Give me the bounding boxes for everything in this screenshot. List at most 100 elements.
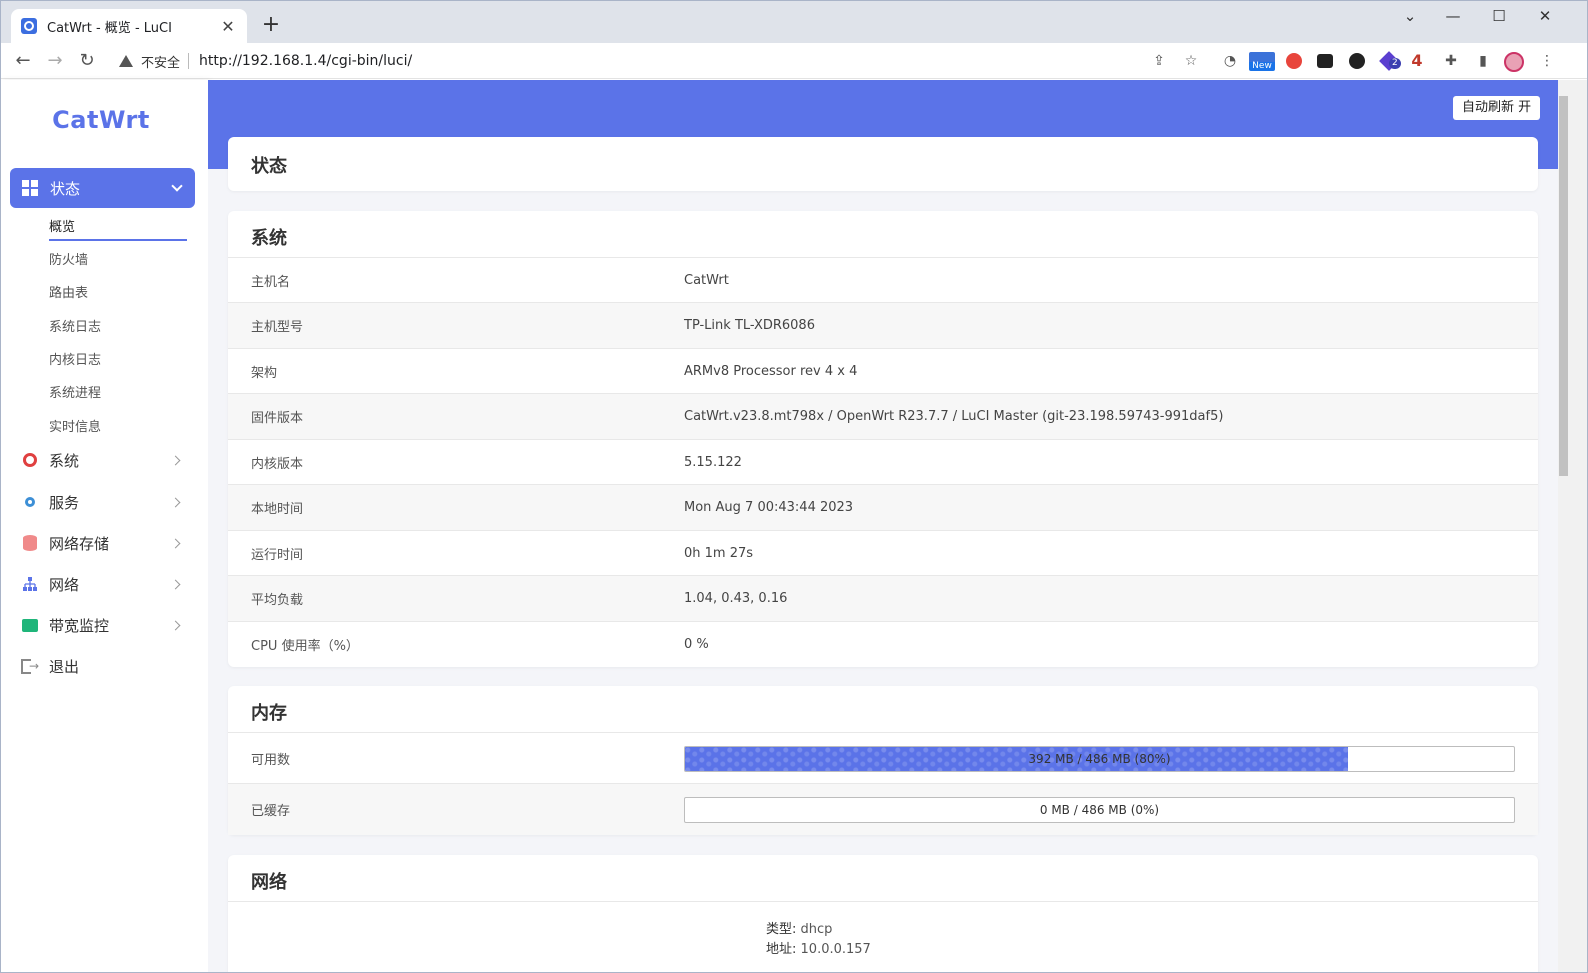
side-panel-icon[interactable]: ▮	[1474, 52, 1492, 70]
row-key: 已缓存	[251, 804, 291, 819]
favicon-icon	[21, 18, 37, 34]
sidebar-item-bandwidth[interactable]: 带宽监控	[21, 613, 191, 637]
sidebar-item-network[interactable]: 网络	[21, 572, 191, 596]
submenu-routes[interactable]: 路由表	[49, 282, 88, 301]
insecure-label: 不安全	[141, 55, 181, 71]
system-card: 系统 主机名 CatWrt 主机型号 TP-Link TL-XDR6086 架构…	[228, 211, 1538, 667]
submenu-overview[interactable]: 概览	[49, 216, 75, 235]
auto-refresh-button[interactable]: 自动刷新 开	[1453, 96, 1541, 120]
speedometer-icon[interactable]: ◔	[1221, 52, 1239, 70]
memory-card: 内存 可用数 392 MB / 486 MB (80%) 已缓存 0 MB / …	[228, 686, 1538, 835]
new-tab-icon[interactable]: +	[259, 13, 283, 37]
monitor-icon	[21, 616, 39, 634]
network-type-line: 类型: dhcp	[766, 918, 832, 937]
submenu-processes[interactable]: 系统进程	[49, 382, 101, 401]
address-bar[interactable]: 不安全 http://192.168.1.4/cgi-bin/luci/	[111, 47, 1211, 75]
tab-search-icon[interactable]: ⌄	[1395, 7, 1425, 25]
logo[interactable]: CatWrt	[1, 106, 201, 134]
system-section-title: 系统	[251, 228, 287, 249]
memory-section-title: 内存	[251, 703, 287, 724]
sidebar-item-nas[interactable]: 网络存储	[21, 531, 191, 555]
chevron-down-icon	[171, 180, 183, 192]
extension-count-4[interactable]: 4	[1408, 52, 1426, 70]
sidebar-item-services[interactable]: 服务	[21, 490, 191, 514]
row-value: 0h 1m 27s	[684, 546, 754, 561]
row-value: 0 %	[684, 637, 709, 652]
minimize-icon[interactable]: —	[1438, 7, 1468, 25]
active-underline	[49, 239, 187, 241]
network-card: 网络 类型: dhcp 地址: 10.0.0.157	[228, 855, 1538, 972]
row-value: CatWrt.v23.8.mt798x / OpenWrt R23.7.7 / …	[684, 409, 1224, 424]
row-key: CPU 使用率（%）	[251, 639, 359, 654]
sitemap-icon	[21, 575, 39, 593]
network-section-title: 网络	[251, 872, 287, 893]
row-key: 主机型号	[251, 320, 304, 335]
chevron-right-icon	[170, 455, 181, 465]
sidebar-item-logout[interactable]: → 退出	[21, 654, 191, 678]
chevron-right-icon	[170, 579, 181, 589]
browser-tab[interactable]: CatWrt - 概览 - LuCI ✕	[11, 9, 247, 43]
row-value: 5.15.122	[684, 455, 742, 470]
network-address-key: 地址:	[766, 942, 797, 957]
network-type-value: dhcp	[800, 922, 833, 937]
table-row: 主机名 CatWrt	[228, 257, 1538, 303]
infinity-icon[interactable]	[1348, 52, 1366, 70]
sidebar-item-system[interactable]: 系统	[21, 448, 191, 472]
logout-icon: →	[21, 657, 39, 675]
page-title-card: 状态	[228, 137, 1538, 191]
url-text[interactable]: http://192.168.1.4/cgi-bin/luci/	[199, 53, 412, 69]
sidebar-item-status[interactable]: 状态	[10, 168, 195, 208]
gear-icon	[21, 451, 39, 469]
adblock-icon[interactable]	[1285, 52, 1303, 70]
table-row: 内核版本 5.15.122	[228, 439, 1538, 485]
row-key: 主机名	[251, 275, 291, 290]
page-scrollbar[interactable]	[1558, 80, 1587, 972]
row-value: Mon Aug 7 00:43:44 2023	[684, 500, 854, 515]
sidebar-item-label: 服务	[49, 493, 80, 512]
submenu-syslog[interactable]: 系统日志	[49, 316, 101, 335]
tab-bar: CatWrt - 概览 - LuCI ✕ + ⌄ — ☐ ✕	[1, 1, 1587, 43]
row-key: 内核版本	[251, 457, 304, 472]
puzzle-icon[interactable]: ✚	[1442, 52, 1460, 70]
sidebar-item-label: 网络	[49, 575, 80, 594]
row-value: 1.04, 0.43, 0.16	[684, 591, 788, 606]
network-type-key: 类型:	[766, 922, 797, 937]
network-address-value: 10.0.0.157	[800, 942, 871, 957]
row-key: 架构	[251, 366, 278, 381]
close-tab-icon[interactable]: ✕	[219, 17, 237, 36]
table-row: CPU 使用率（%） 0 %	[228, 621, 1538, 667]
sidebar-item-label: 带宽监控	[49, 616, 110, 635]
share-icon[interactable]: ⇪	[1150, 52, 1168, 70]
page-title: 状态	[251, 156, 287, 177]
extension-square-icon[interactable]	[1316, 52, 1334, 70]
bookmark-star-icon[interactable]: ☆	[1182, 52, 1200, 70]
tab-title: CatWrt - 概览 - LuCI	[47, 20, 172, 36]
avatar[interactable]	[1504, 52, 1524, 72]
submenu-realtime[interactable]: 实时信息	[49, 416, 101, 435]
table-row: 可用数 392 MB / 486 MB (80%)	[228, 732, 1538, 783]
new-extension-icon[interactable]: New	[1249, 52, 1275, 71]
table-row: 架构 ARMv8 Processor rev 4 x 4	[228, 348, 1538, 394]
scrollbar-thumb[interactable]	[1559, 96, 1568, 476]
network-address-line: 地址: 10.0.0.157	[766, 938, 871, 957]
table-row: 平均负载 1.04, 0.43, 0.16	[228, 575, 1538, 621]
maximize-icon[interactable]: ☐	[1484, 7, 1514, 25]
extension-badge-icon[interactable]: 2	[1379, 51, 1401, 71]
chevron-right-icon	[170, 620, 181, 630]
dashboard-icon	[22, 180, 38, 196]
submenu-firewall[interactable]: 防火墙	[49, 249, 88, 268]
back-icon[interactable]: ←	[11, 49, 35, 73]
menu-dots-icon[interactable]: ⋮	[1538, 52, 1556, 70]
browser-window: CatWrt - 概览 - LuCI ✕ + ⌄ — ☐ ✕ ← → ↻ 不安全…	[0, 0, 1588, 973]
network-row: 类型: dhcp 地址: 10.0.0.157	[228, 901, 1538, 972]
row-key: 本地时间	[251, 502, 304, 517]
forward-icon[interactable]: →	[43, 49, 67, 73]
table-row: 本地时间 Mon Aug 7 00:43:44 2023	[228, 484, 1538, 530]
submenu-kernel-log[interactable]: 内核日志	[49, 349, 101, 368]
close-window-icon[interactable]: ✕	[1530, 7, 1560, 25]
reload-icon[interactable]: ↻	[75, 49, 99, 73]
new-badge: New	[1249, 62, 1275, 71]
row-value: TP-Link TL-XDR6086	[684, 318, 815, 333]
row-value: ARMv8 Processor rev 4 x 4	[684, 364, 858, 379]
sidebar: CatWrt 状态 概览 防火墙 路由表 系统日志 内核日志 系统进程 实时信息…	[1, 80, 208, 972]
